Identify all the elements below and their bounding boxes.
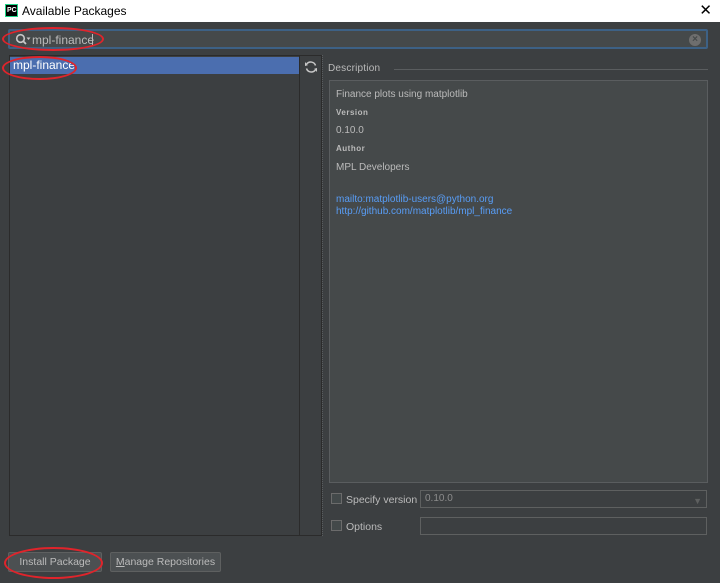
version-select[interactable]: 0.10.0 ▼ [420,490,707,508]
version-select-value: 0.10.0 [425,493,453,504]
title-bar: PC Available Packages ✕ [0,0,720,22]
author-heading: Author [336,144,366,153]
list-item-mpl-finance[interactable]: mpl-finance [10,57,299,74]
description-separator [394,69,708,70]
install-package-button[interactable]: Install Package [8,552,102,572]
package-list[interactable]: mpl-finance [9,55,300,536]
version-value: 0.10.0 [336,125,364,136]
options-label: Options [346,521,383,533]
mailto-link[interactable]: mailto:matplotlib-users@python.org [336,194,493,205]
github-link[interactable]: http://github.com/matplotlib/mpl_finance [336,206,512,217]
search-field[interactable]: × [8,29,708,49]
specify-version-label: Specify version [346,494,418,506]
refresh-icon[interactable] [304,60,318,74]
search-icon[interactable] [15,33,31,47]
refresh-column [300,55,322,536]
mnemonic-m: M [115,556,125,568]
text-caret [92,34,93,46]
specify-version-checkbox[interactable] [331,493,342,504]
options-field[interactable] [420,517,707,535]
version-heading: Version [336,108,369,117]
author-value: MPL Developers [336,162,410,173]
pane-splitter[interactable] [322,55,326,536]
pycharm-app-icon: PC [5,4,18,17]
package-summary: Finance plots using matplotlib [336,89,468,100]
manage-repositories-button[interactable]: Manage Repositories [110,552,221,572]
description-label: Description [328,63,381,74]
description-panel: Finance plots using matplotlib Version 0… [329,80,708,483]
manage-repositories-label: anage Repositories [124,556,216,568]
chevron-down-icon: ▼ [693,496,702,506]
window-title: Available Packages [22,4,127,18]
close-icon[interactable]: ✕ [699,1,712,19]
options-checkbox[interactable] [331,520,342,531]
clear-search-icon[interactable]: × [689,34,701,46]
search-input[interactable] [32,32,672,47]
